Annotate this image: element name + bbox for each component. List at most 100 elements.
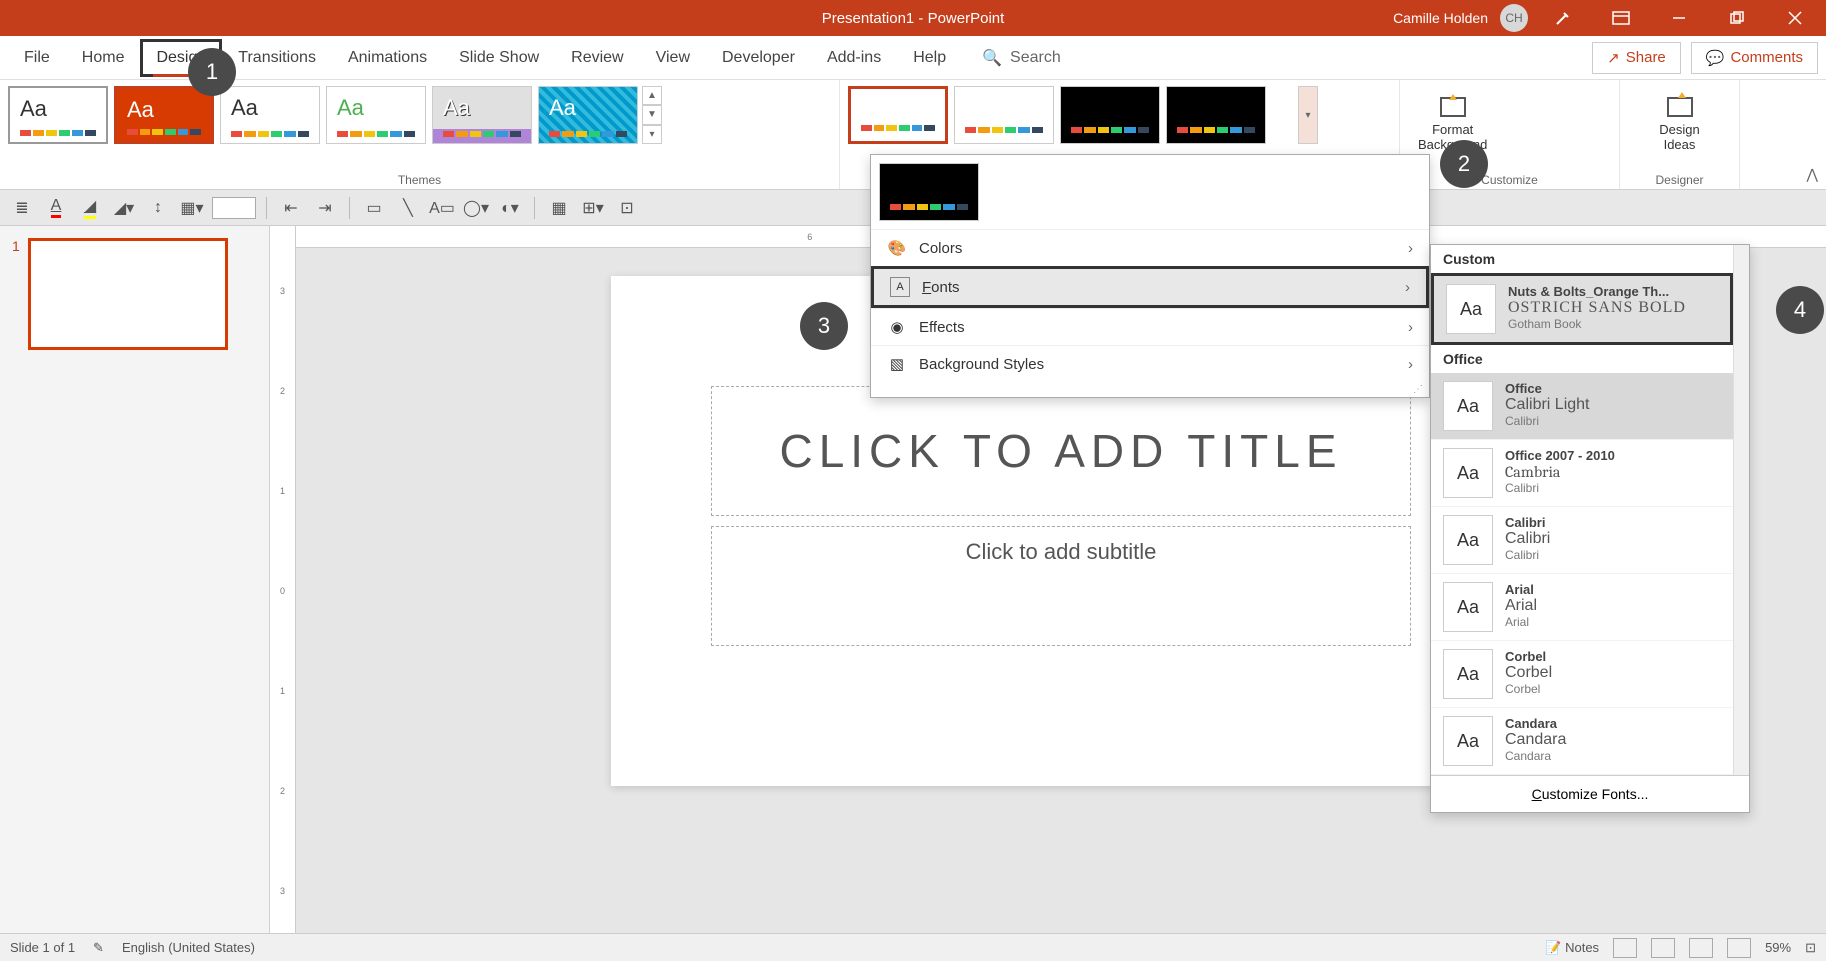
zoom-level[interactable]: 59% (1765, 940, 1791, 955)
customize-fonts-button[interactable]: Customize Fonts...Customize Fonts... (1431, 775, 1749, 812)
designer-group-label: Designer (1628, 169, 1731, 187)
font-major: Calibri Light (1505, 396, 1589, 414)
outdent-tool[interactable]: ⇤ (277, 196, 305, 220)
sort-tool[interactable]: ↕ (144, 196, 172, 220)
theme-thumb[interactable]: Aa (220, 86, 320, 144)
font-major: Calibri (1505, 530, 1550, 548)
title-bar: Presentation1 - PowerPoint Camille Holde… (0, 0, 1826, 36)
design-ideas-button[interactable]: Design Ideas (1628, 86, 1731, 156)
arrange-tool[interactable]: ▦▾ (178, 196, 206, 220)
theme-thumb[interactable]: Aa (8, 86, 108, 144)
collapse-ribbon-button[interactable]: ⋀ (1807, 166, 1818, 183)
fonts-scrollbar[interactable] (1733, 245, 1749, 775)
comments-label: Comments (1730, 49, 1803, 66)
colors-label: Colors (919, 240, 962, 257)
font-item-custom[interactable]: Aa Nuts & Bolts_Orange Th... OSTRICH SAN… (1431, 273, 1733, 345)
search-placeholder: Search (1010, 49, 1061, 67)
menu-item-effects[interactable]: ◉ Effects › (871, 308, 1429, 345)
theme-thumb[interactable]: Aa (326, 86, 426, 144)
ribbon-tabs: File Home Design Transitions Animations … (0, 36, 1826, 80)
variant-thumb[interactable] (954, 86, 1054, 144)
variant-thumb[interactable] (1060, 86, 1160, 144)
font-item[interactable]: Aa Candara Candara Candara (1431, 708, 1733, 775)
tab-developer[interactable]: Developer (706, 39, 811, 77)
language-status[interactable]: English (United States) (122, 940, 255, 955)
theme-thumb[interactable]: Aa (538, 86, 638, 144)
highlight-tool[interactable]: ◢ (76, 196, 104, 220)
tab-review[interactable]: Review (555, 39, 639, 77)
share-button[interactable]: ↗Share (1592, 42, 1681, 74)
merge-tool[interactable]: ◐▾ (496, 196, 524, 220)
fonts-label: FFontsonts (922, 279, 960, 296)
chevron-right-icon: › (1408, 319, 1413, 336)
fonts-section-custom: Custom (1431, 245, 1733, 273)
menu-item-colors[interactable]: 🎨 Colors › (871, 229, 1429, 266)
tab-transitions[interactable]: Transitions (222, 39, 332, 77)
themes-gallery-scroll[interactable]: ▲▼▾ (642, 86, 662, 144)
font-item[interactable]: Aa Arial Arial Arial (1431, 574, 1733, 641)
slide-thumbnail[interactable] (28, 238, 228, 350)
variants-more-button[interactable]: ▾ (1298, 86, 1318, 144)
shape-fill-tool[interactable]: ◢▾ (110, 196, 138, 220)
font-item[interactable]: Aa Office Calibri Light Calibri (1431, 373, 1733, 440)
search-box[interactable]: 🔍 Search (982, 48, 1061, 68)
minimize-button[interactable] (1656, 0, 1702, 36)
tab-file[interactable]: File (8, 39, 66, 77)
theme-thumb[interactable]: Aa (114, 86, 214, 144)
chart-tool[interactable]: ▦ (545, 196, 573, 220)
ribbon-display-icon[interactable] (1598, 0, 1644, 36)
slideshow-view-button[interactable] (1727, 938, 1751, 958)
eyedropper-icon[interactable] (1540, 0, 1586, 36)
crop-tool[interactable]: ⊡ (613, 196, 641, 220)
tab-view[interactable]: View (640, 39, 706, 77)
spell-check-icon[interactable]: ✎ (93, 940, 104, 956)
font-color-tool[interactable]: A (42, 196, 70, 220)
align-tool[interactable]: ≣ (8, 196, 36, 220)
table-tool[interactable]: ⊞▾ (579, 196, 607, 220)
menu-item-background-styles[interactable]: ▧ Background Styles › (871, 345, 1429, 382)
normal-view-button[interactable] (1613, 938, 1637, 958)
tab-slideshow[interactable]: Slide Show (443, 39, 555, 77)
menu-item-fonts[interactable]: A FFontsonts › (871, 266, 1429, 308)
sorter-view-button[interactable] (1651, 938, 1675, 958)
font-major: OSTRICH SANS BOLD (1508, 299, 1686, 317)
font-minor: Calibri (1505, 481, 1615, 495)
tab-home[interactable]: Home (66, 39, 141, 77)
chevron-right-icon: › (1408, 356, 1413, 373)
font-thumb: Aa (1446, 284, 1496, 334)
font-item[interactable]: Aa Corbel Corbel Corbel (1431, 641, 1733, 708)
font-item[interactable]: Aa Calibri Calibri Calibri (1431, 507, 1733, 574)
comments-button[interactable]: 💬Comments (1691, 42, 1818, 74)
notes-button[interactable]: 📝 Notes (1545, 940, 1599, 956)
subtitle-placeholder[interactable]: Click to add subtitle (711, 526, 1411, 646)
tab-addins[interactable]: Add-ins (811, 39, 897, 77)
font-item[interactable]: Aa Office 2007 - 2010 Cambria Calibri (1431, 440, 1733, 507)
design-ideas-icon (1664, 90, 1696, 122)
callout-3: 3 (800, 302, 848, 350)
maximize-button[interactable] (1714, 0, 1760, 36)
effects-label: Effects (919, 319, 965, 336)
resize-grip[interactable]: ⋰ (871, 382, 1429, 397)
font-major: Arial (1505, 597, 1537, 615)
close-button[interactable] (1772, 0, 1818, 36)
vertical-ruler: 3210123 (270, 226, 296, 933)
fit-to-window-button[interactable]: ⊡ (1805, 940, 1816, 956)
font-name: Office 2007 - 2010 (1505, 448, 1615, 463)
title-placeholder[interactable]: CLICK TO ADD TITLE (711, 386, 1411, 516)
indent-tool[interactable]: ⇥ (311, 196, 339, 220)
color-swatch[interactable] (212, 197, 256, 219)
rectangle-tool[interactable]: ▭ (360, 196, 388, 220)
line-tool[interactable]: ╲ (394, 196, 422, 220)
customize-group-label: Customize (1408, 169, 1611, 187)
user-avatar[interactable]: CH (1500, 4, 1528, 32)
tab-help[interactable]: Help (897, 39, 962, 77)
variant-thumb[interactable] (848, 86, 948, 144)
effects-icon: ◉ (887, 317, 907, 337)
tab-animations[interactable]: Animations (332, 39, 443, 77)
textbox-tool[interactable]: A▭ (428, 196, 456, 220)
reading-view-button[interactable] (1689, 938, 1713, 958)
variant-thumb[interactable] (1166, 86, 1266, 144)
shapes-tool[interactable]: ◯▾ (462, 196, 490, 220)
theme-thumb[interactable]: Aa (432, 86, 532, 144)
variant-thumb[interactable] (879, 163, 979, 221)
